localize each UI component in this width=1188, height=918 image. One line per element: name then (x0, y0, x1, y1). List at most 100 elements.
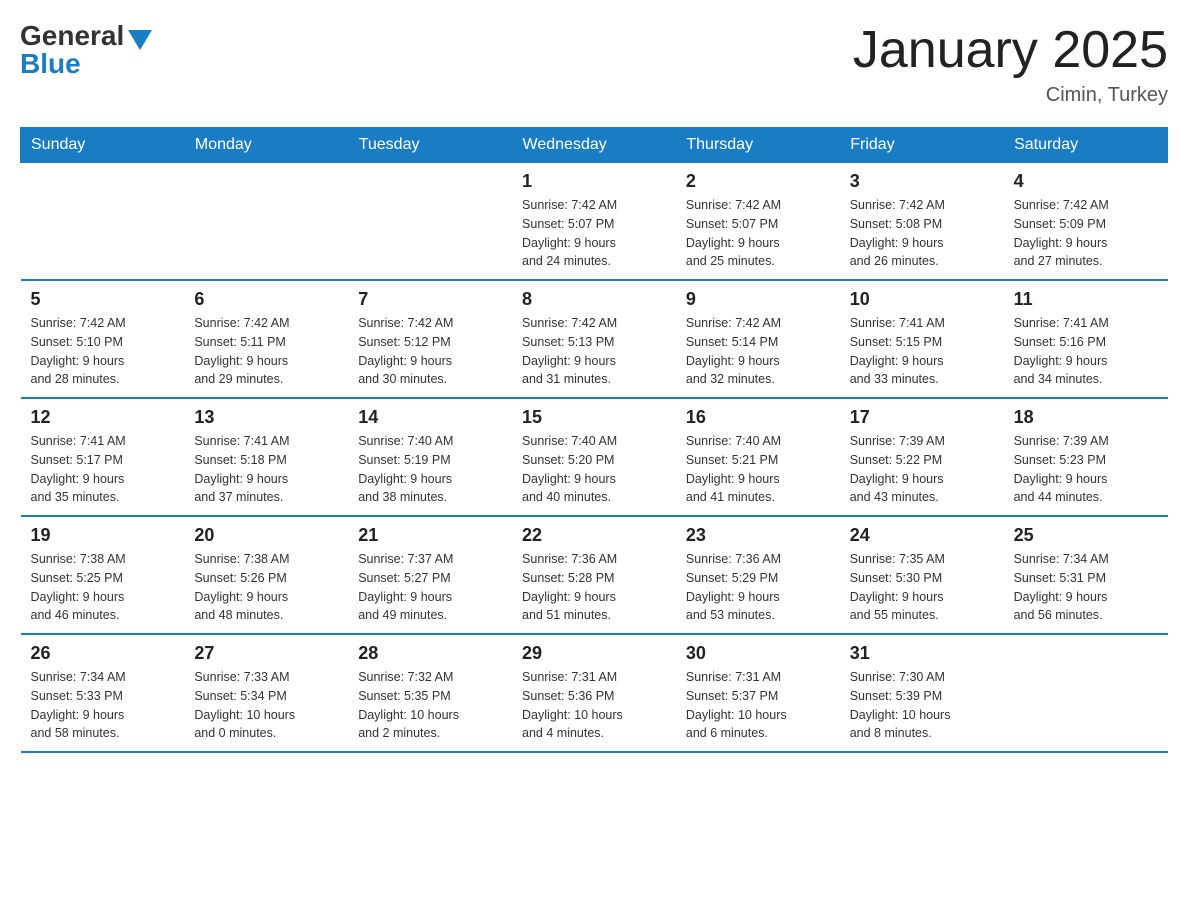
day-info: Sunrise: 7:42 AM Sunset: 5:08 PM Dayligh… (850, 196, 994, 271)
calendar-cell (21, 163, 185, 281)
calendar-cell: 15 Sunrise: 7:40 AM Sunset: 5:20 PM Dayli… (512, 398, 676, 516)
day-number: 31 (850, 643, 994, 664)
day-number: 8 (522, 289, 666, 310)
day-info: Sunrise: 7:40 AM Sunset: 5:20 PM Dayligh… (522, 432, 666, 507)
day-info: Sunrise: 7:35 AM Sunset: 5:30 PM Dayligh… (850, 550, 994, 625)
day-number: 26 (31, 643, 175, 664)
calendar-cell (184, 163, 348, 281)
day-number: 1 (522, 171, 666, 192)
page-header: General Blue January 2025 Cimin, Turkey (20, 20, 1168, 107)
day-number: 4 (1014, 171, 1158, 192)
day-number: 15 (522, 407, 666, 428)
day-info: Sunrise: 7:31 AM Sunset: 5:36 PM Dayligh… (522, 668, 666, 743)
day-number: 3 (850, 171, 994, 192)
month-title: January 2025 (853, 20, 1168, 80)
calendar-cell: 5 Sunrise: 7:42 AM Sunset: 5:10 PM Daylig… (21, 280, 185, 398)
day-info: Sunrise: 7:42 AM Sunset: 5:14 PM Dayligh… (686, 314, 830, 389)
day-number: 14 (358, 407, 502, 428)
day-number: 13 (194, 407, 338, 428)
calendar-cell (348, 163, 512, 281)
calendar-cell: 31 Sunrise: 7:30 AM Sunset: 5:39 PM Dayli… (840, 634, 1004, 752)
day-info: Sunrise: 7:36 AM Sunset: 5:29 PM Dayligh… (686, 550, 830, 625)
day-number: 29 (522, 643, 666, 664)
calendar-cell: 28Sunrise: 7:32 AM Sunset: 5:35 PM Dayli… (348, 634, 512, 752)
weekday-header-thursday: Thursday (676, 128, 840, 163)
weekday-header-saturday: Saturday (1004, 128, 1168, 163)
calendar-cell: 12 Sunrise: 7:41 AM Sunset: 5:17 PM Dayli… (21, 398, 185, 516)
day-info: Sunrise: 7:39 AM Sunset: 5:23 PM Dayligh… (1014, 432, 1158, 507)
day-info: Sunrise: 7:42 AM Sunset: 5:10 PM Dayligh… (31, 314, 175, 389)
day-info: Sunrise: 7:31 AM Sunset: 5:37 PM Dayligh… (686, 668, 830, 743)
day-info: Sunrise: 7:32 AM Sunset: 5:35 PM Dayligh… (358, 668, 502, 743)
day-info: Sunrise: 7:38 AM Sunset: 5:26 PM Dayligh… (194, 550, 338, 625)
day-info: Sunrise: 7:34 AM Sunset: 5:33 PM Dayligh… (31, 668, 175, 743)
weekday-header-monday: Monday (184, 128, 348, 163)
day-number: 22 (522, 525, 666, 546)
calendar-cell: 9 Sunrise: 7:42 AM Sunset: 5:14 PM Daylig… (676, 280, 840, 398)
calendar-cell: 20 Sunrise: 7:38 AM Sunset: 5:26 PM Dayli… (184, 516, 348, 634)
day-info: Sunrise: 7:34 AM Sunset: 5:31 PM Dayligh… (1014, 550, 1158, 625)
calendar-cell: 16 Sunrise: 7:40 AM Sunset: 5:21 PM Dayli… (676, 398, 840, 516)
day-info: Sunrise: 7:37 AM Sunset: 5:27 PM Dayligh… (358, 550, 502, 625)
day-number: 7 (358, 289, 502, 310)
day-number: 9 (686, 289, 830, 310)
calendar-week-row: 12 Sunrise: 7:41 AM Sunset: 5:17 PM Dayli… (21, 398, 1168, 516)
calendar-cell: 22Sunrise: 7:36 AM Sunset: 5:28 PM Dayli… (512, 516, 676, 634)
calendar-cell: 30 Sunrise: 7:31 AM Sunset: 5:37 PM Dayli… (676, 634, 840, 752)
calendar-cell: 3 Sunrise: 7:42 AM Sunset: 5:08 PM Daylig… (840, 163, 1004, 281)
calendar-cell (1004, 634, 1168, 752)
calendar-cell: 26 Sunrise: 7:34 AM Sunset: 5:33 PM Dayli… (21, 634, 185, 752)
calendar-week-row: 5 Sunrise: 7:42 AM Sunset: 5:10 PM Daylig… (21, 280, 1168, 398)
calendar-cell: 14 Sunrise: 7:40 AM Sunset: 5:19 PM Dayli… (348, 398, 512, 516)
weekday-header-row: SundayMondayTuesdayWednesdayThursdayFrid… (21, 128, 1168, 163)
day-number: 16 (686, 407, 830, 428)
day-info: Sunrise: 7:41 AM Sunset: 5:16 PM Dayligh… (1014, 314, 1158, 389)
day-info: Sunrise: 7:33 AM Sunset: 5:34 PM Dayligh… (194, 668, 338, 743)
day-info: Sunrise: 7:42 AM Sunset: 5:09 PM Dayligh… (1014, 196, 1158, 271)
calendar-week-row: 19Sunrise: 7:38 AM Sunset: 5:25 PM Dayli… (21, 516, 1168, 634)
location-label: Cimin, Turkey (853, 84, 1168, 107)
calendar-cell: 24Sunrise: 7:35 AM Sunset: 5:30 PM Dayli… (840, 516, 1004, 634)
calendar-cell: 7 Sunrise: 7:42 AM Sunset: 5:12 PM Daylig… (348, 280, 512, 398)
logo-triangle-icon (128, 30, 152, 50)
calendar-table: SundayMondayTuesdayWednesdayThursdayFrid… (20, 127, 1168, 753)
calendar-cell: 4 Sunrise: 7:42 AM Sunset: 5:09 PM Daylig… (1004, 163, 1168, 281)
weekday-header-wednesday: Wednesday (512, 128, 676, 163)
day-info: Sunrise: 7:41 AM Sunset: 5:18 PM Dayligh… (194, 432, 338, 507)
calendar-cell: 29 Sunrise: 7:31 AM Sunset: 5:36 PM Dayli… (512, 634, 676, 752)
calendar-body: 1 Sunrise: 7:42 AM Sunset: 5:07 PM Daylig… (21, 163, 1168, 753)
weekday-header-sunday: Sunday (21, 128, 185, 163)
day-info: Sunrise: 7:40 AM Sunset: 5:21 PM Dayligh… (686, 432, 830, 507)
calendar-cell: 11Sunrise: 7:41 AM Sunset: 5:16 PM Dayli… (1004, 280, 1168, 398)
day-info: Sunrise: 7:39 AM Sunset: 5:22 PM Dayligh… (850, 432, 994, 507)
day-number: 18 (1014, 407, 1158, 428)
day-number: 19 (31, 525, 175, 546)
calendar-cell: 17 Sunrise: 7:39 AM Sunset: 5:22 PM Dayli… (840, 398, 1004, 516)
logo-blue-text: Blue (20, 48, 81, 80)
calendar-cell: 18 Sunrise: 7:39 AM Sunset: 5:23 PM Dayli… (1004, 398, 1168, 516)
day-info: Sunrise: 7:30 AM Sunset: 5:39 PM Dayligh… (850, 668, 994, 743)
day-number: 5 (31, 289, 175, 310)
day-number: 27 (194, 643, 338, 664)
day-number: 12 (31, 407, 175, 428)
day-info: Sunrise: 7:42 AM Sunset: 5:07 PM Dayligh… (686, 196, 830, 271)
day-number: 21 (358, 525, 502, 546)
calendar-cell: 19Sunrise: 7:38 AM Sunset: 5:25 PM Dayli… (21, 516, 185, 634)
day-number: 2 (686, 171, 830, 192)
day-number: 17 (850, 407, 994, 428)
day-number: 6 (194, 289, 338, 310)
calendar-cell: 10Sunrise: 7:41 AM Sunset: 5:15 PM Dayli… (840, 280, 1004, 398)
calendar-cell: 23Sunrise: 7:36 AM Sunset: 5:29 PM Dayli… (676, 516, 840, 634)
weekday-header-tuesday: Tuesday (348, 128, 512, 163)
day-info: Sunrise: 7:42 AM Sunset: 5:13 PM Dayligh… (522, 314, 666, 389)
day-info: Sunrise: 7:41 AM Sunset: 5:17 PM Dayligh… (31, 432, 175, 507)
day-number: 25 (1014, 525, 1158, 546)
day-info: Sunrise: 7:42 AM Sunset: 5:12 PM Dayligh… (358, 314, 502, 389)
calendar-cell: 27 Sunrise: 7:33 AM Sunset: 5:34 PM Dayli… (184, 634, 348, 752)
day-number: 30 (686, 643, 830, 664)
calendar-header: SundayMondayTuesdayWednesdayThursdayFrid… (21, 128, 1168, 163)
day-info: Sunrise: 7:41 AM Sunset: 5:15 PM Dayligh… (850, 314, 994, 389)
day-number: 20 (194, 525, 338, 546)
weekday-header-friday: Friday (840, 128, 1004, 163)
day-info: Sunrise: 7:40 AM Sunset: 5:19 PM Dayligh… (358, 432, 502, 507)
